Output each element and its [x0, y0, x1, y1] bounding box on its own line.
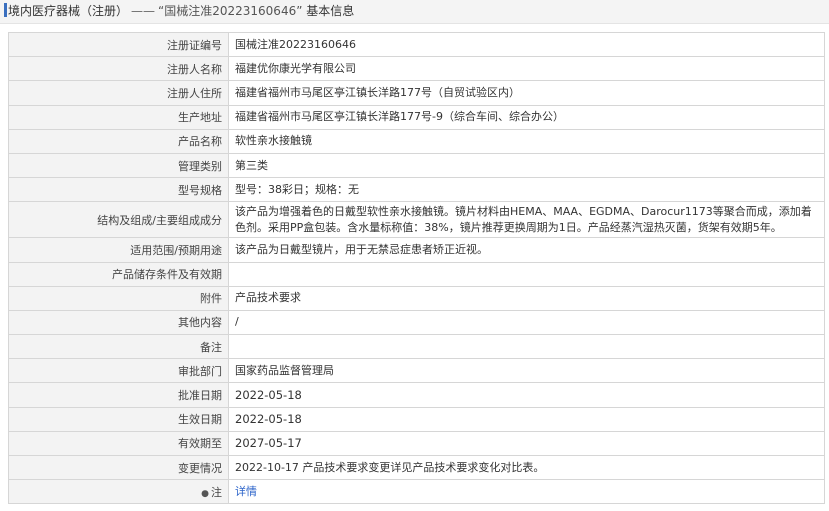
row-label: 结构及组成/主要组成成分 — [8, 201, 229, 239]
row-label: 审批部门 — [8, 358, 229, 384]
row-value: 第三类 — [228, 152, 825, 179]
row-value: 2022-05-18 — [228, 406, 825, 432]
footer-row-label: ● 注 — [8, 479, 229, 505]
row-label: 型号规格 — [8, 177, 229, 203]
table-row: 生效日期 2022-05-18 — [8, 406, 825, 432]
row-label: 注册证编号 — [8, 31, 229, 58]
table-row: 产品储存条件及有效期 — [8, 261, 825, 287]
row-value: 软性亲水接触镜 — [228, 128, 825, 154]
row-value: 国家药品监督管理局 — [228, 358, 825, 384]
row-label: 产品储存条件及有效期 — [8, 261, 229, 287]
table-row: 其他内容 / — [8, 309, 825, 336]
table-row: 生产地址 福建省福州市马尾区亭江镇长洋路177号-9（综合车间、综合办公） — [8, 104, 825, 130]
row-label: 其他内容 — [8, 309, 229, 336]
row-value: 福建优你康光学有限公司 — [228, 56, 825, 82]
row-label: 生产地址 — [8, 104, 229, 130]
table-row: 批准日期 2022-05-18 — [8, 382, 825, 408]
table-row: 附件 产品技术要求 — [8, 285, 825, 311]
row-value: 该产品为日戴型镜片，用于无禁忌症患者矫正近视。 — [228, 237, 825, 263]
pin-icon: ● — [201, 488, 209, 499]
page-header: 境内医疗器械（注册） —— “国械注准20223160646” 基本信息 — [0, 0, 829, 24]
header-suffix: 基本信息 — [306, 4, 355, 18]
row-value: 该产品为增强着色的日戴型软性亲水接触镜。镜片材料由HEMA、MAA、EGDMA、… — [228, 201, 825, 239]
header-accent-bar — [4, 3, 7, 17]
table-row: 注册证编号 国械注准20223160646 — [8, 31, 825, 58]
footer-row-value: 详情 — [228, 479, 825, 505]
row-label: 有效期至 — [8, 430, 229, 457]
row-value — [228, 261, 825, 287]
row-label: 生效日期 — [8, 406, 229, 432]
row-value: / — [228, 309, 825, 336]
table-row: 有效期至 2027-05-17 — [8, 430, 825, 457]
row-value: 福建省福州市马尾区亭江镇长洋路177号-9（综合车间、综合办公） — [228, 104, 825, 130]
row-label: 批准日期 — [8, 382, 229, 408]
table-row: 产品名称 软性亲水接触镜 — [8, 128, 825, 154]
table-row: 备注 — [8, 334, 825, 360]
row-value — [228, 334, 825, 360]
row-value: 2027-05-17 — [228, 430, 825, 457]
row-label: 产品名称 — [8, 128, 229, 154]
header-separator: —— — [131, 4, 156, 18]
row-value: 2022-10-17 产品技术要求变更详见产品技术要求变化对比表。 — [228, 454, 825, 481]
row-label: 管理类别 — [8, 152, 229, 179]
row-label: 注册人住所 — [8, 80, 229, 106]
row-value: 型号：38彩日；规格：无 — [228, 177, 825, 203]
header-record-number: “国械注准20223160646” — [158, 4, 303, 18]
table-row: 管理类别 第三类 — [8, 152, 825, 179]
row-value: 产品技术要求 — [228, 285, 825, 311]
table-row: 变更情况 2022-10-17 产品技术要求变更详见产品技术要求变化对比表。 — [8, 454, 825, 481]
table-row: 结构及组成/主要组成成分 该产品为增强着色的日戴型软性亲水接触镜。镜片材料由HE… — [8, 201, 825, 239]
info-table: 注册证编号 国械注准20223160646 注册人名称 福建优你康光学有限公司 … — [8, 31, 825, 505]
header-title: 境内医疗器械（注册） — [8, 4, 129, 18]
details-link[interactable]: 详情 — [235, 485, 257, 498]
table-row: 审批部门 国家药品监督管理局 — [8, 358, 825, 384]
row-label: 备注 — [8, 334, 229, 360]
row-label: 适用范围/预期用途 — [8, 237, 229, 263]
row-value: 国械注准20223160646 — [228, 31, 825, 58]
table-row: 型号规格 型号：38彩日；规格：无 — [8, 177, 825, 203]
table-row: 注册人住所 福建省福州市马尾区亭江镇长洋路177号（自贸试验区内） — [8, 80, 825, 106]
table-row: 注册人名称 福建优你康光学有限公司 — [8, 56, 825, 82]
footer-label-text: 注 — [211, 485, 222, 499]
table-row: 适用范围/预期用途 该产品为日戴型镜片，用于无禁忌症患者矫正近视。 — [8, 237, 825, 263]
table-row: ● 注 详情 — [8, 479, 825, 505]
row-value: 福建省福州市马尾区亭江镇长洋路177号（自贸试验区内） — [228, 80, 825, 106]
row-label: 注册人名称 — [8, 56, 229, 82]
row-label: 变更情况 — [8, 454, 229, 481]
row-label: 附件 — [8, 285, 229, 311]
row-value: 2022-05-18 — [228, 382, 825, 408]
